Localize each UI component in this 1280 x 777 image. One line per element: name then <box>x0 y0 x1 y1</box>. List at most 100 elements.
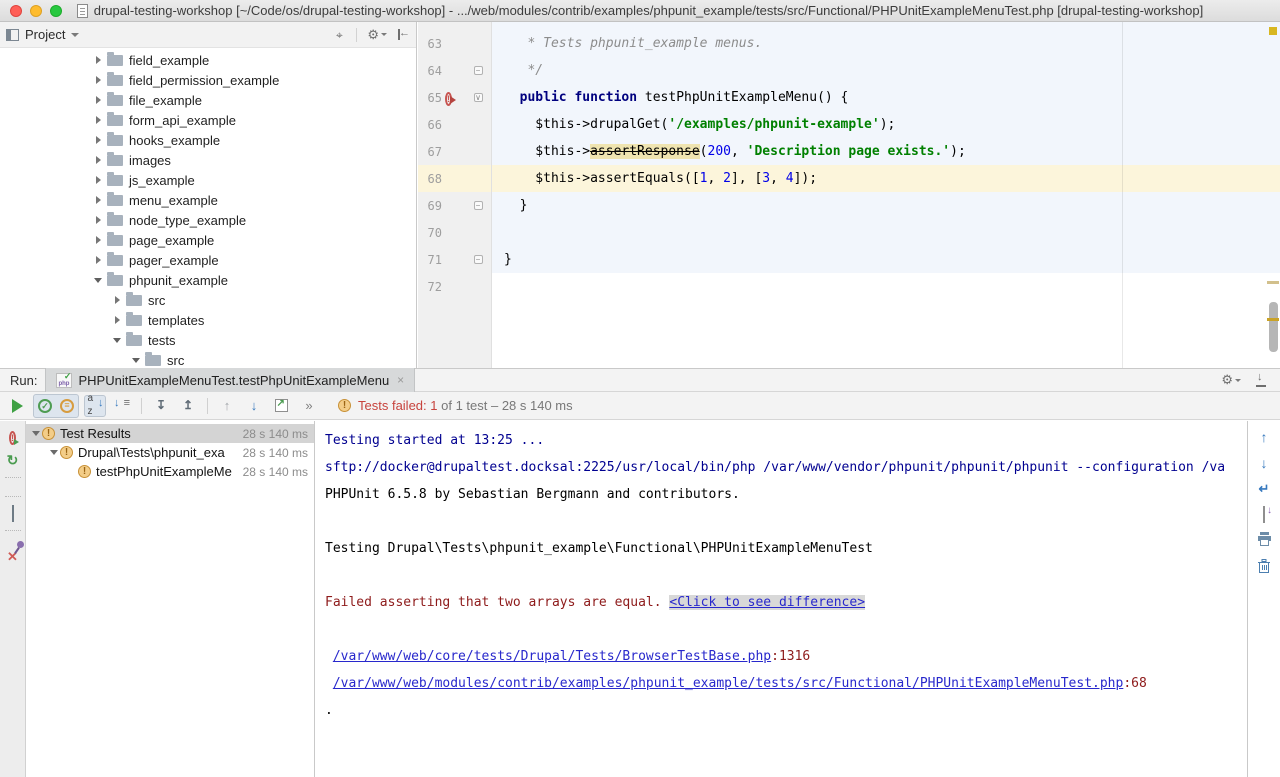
chevron-right-icon[interactable] <box>92 56 104 64</box>
tree-item-field_example[interactable]: field_example <box>0 50 416 70</box>
tree-item-field_permission_example[interactable]: field_permission_example <box>0 70 416 90</box>
code-line[interactable]: } <box>492 246 1280 273</box>
chevron-right-icon[interactable] <box>92 256 104 264</box>
chevron-down-icon[interactable] <box>71 33 79 37</box>
chevron-right-icon[interactable] <box>92 116 104 124</box>
tree-item-node_type_example[interactable]: node_type_example <box>0 210 416 230</box>
tree-item-images[interactable]: images <box>0 150 416 170</box>
stripe-warning-mark[interactable] <box>1267 318 1279 321</box>
hide-panel-icon[interactable] <box>397 28 410 41</box>
error-stripe[interactable] <box>1266 22 1280 368</box>
chevron-right-icon[interactable] <box>92 196 104 204</box>
tree-item-tests[interactable]: tests <box>0 330 416 350</box>
tree-item-pager_example[interactable]: pager_example <box>0 250 416 270</box>
chevron-right-icon[interactable] <box>92 136 104 144</box>
fold-marker-icon[interactable]: − <box>474 66 483 75</box>
console-link[interactable]: /var/www/web/modules/contrib/examples/ph… <box>333 676 1124 691</box>
rerun-button[interactable] <box>7 453 19 468</box>
fold-marker-icon[interactable]: − <box>474 201 483 210</box>
sort-by-duration-button[interactable] <box>111 395 133 417</box>
tree-item-phpunit_example[interactable]: phpunit_example <box>0 270 416 290</box>
show-ignored-toggle[interactable]: ≡ <box>56 395 78 417</box>
editor-line-64: 64− */ <box>418 57 1280 84</box>
stripe-warning-mark[interactable] <box>1267 281 1279 284</box>
run-tab-bar: Run: PHPUnitExampleMenuTest.testPhpUnitE… <box>0 368 1280 392</box>
code-line[interactable]: } <box>492 192 1280 219</box>
editor-scrollbar-thumb[interactable] <box>1269 302 1278 352</box>
run-settings-button[interactable] <box>1221 373 1241 387</box>
close-tab-icon[interactable]: × <box>397 373 404 387</box>
test-tree-row[interactable]: Test Results28 s 140 ms <box>26 424 314 443</box>
code-line[interactable]: $this->drupalGet('/examples/phpunit-exam… <box>492 111 1280 138</box>
code-line[interactable]: public function testPhpUnitExampleMenu()… <box>492 84 1280 111</box>
zoom-window-button[interactable] <box>50 5 62 17</box>
rerun-failed-tests-button[interactable]: ! <box>9 429 16 444</box>
chevron-down-icon[interactable] <box>30 431 42 436</box>
previous-failed-test-button[interactable]: ↑ <box>216 395 238 417</box>
clear-all-button[interactable] <box>1257 559 1271 577</box>
console-line: Testing Drupal\Tests\phpunit_example\Fun… <box>325 535 1247 562</box>
chevron-right-icon[interactable] <box>111 316 123 324</box>
project-settings-button[interactable] <box>367 28 387 42</box>
code-line[interactable] <box>492 273 1280 300</box>
code-editor[interactable]: 63 * Tests phpunit_example menus.64− */6… <box>418 22 1280 368</box>
console-link[interactable]: /var/www/web/core/tests/Drupal/Tests/Bro… <box>333 649 771 664</box>
down-the-stack-trace-button[interactable]: ↓ <box>1261 455 1268 471</box>
folder-icon <box>107 75 123 86</box>
project-panel-title[interactable]: Project <box>25 27 65 42</box>
chevron-right-icon[interactable] <box>92 76 104 84</box>
soft-wrap-button[interactable]: ↵ <box>1259 481 1270 497</box>
test-name-label: testPhpUnitExampleMe <box>96 464 239 479</box>
chevron-down-icon[interactable] <box>130 358 142 363</box>
chevron-down-icon[interactable] <box>111 338 123 343</box>
up-the-stack-trace-button[interactable]: ↑ <box>1261 429 1268 445</box>
tree-item-hooks_example[interactable]: hooks_example <box>0 130 416 150</box>
tree-item-file_example[interactable]: file_example <box>0 90 416 110</box>
chevron-right-icon[interactable] <box>92 236 104 244</box>
chevron-right-icon[interactable] <box>111 296 123 304</box>
print-button[interactable] <box>1257 532 1272 549</box>
project-tool-window-icon <box>6 29 19 41</box>
more-actions-button[interactable]: » <box>297 395 319 417</box>
restore-layout-button[interactable] <box>12 506 14 521</box>
chevron-right-icon[interactable] <box>92 96 104 104</box>
tree-item-src[interactable]: src <box>0 290 416 310</box>
open-results-button[interactable] <box>1263 507 1265 522</box>
chevron-down-icon[interactable] <box>48 450 60 455</box>
run-tab[interactable]: PHPUnitExampleMenuTest.testPhpUnitExampl… <box>45 368 415 392</box>
test-tree-row[interactable]: Drupal\Tests\phpunit_exa28 s 140 ms <box>26 443 314 462</box>
minimize-window-button[interactable] <box>30 5 42 17</box>
next-failed-test-button[interactable]: ↓ <box>243 395 265 417</box>
hide-tool-window-icon[interactable] <box>1255 374 1268 387</box>
select-opened-file-icon[interactable] <box>332 28 346 42</box>
show-passed-toggle[interactable]: ✓ <box>34 395 56 417</box>
chevron-down-icon[interactable] <box>92 278 104 283</box>
chevron-right-icon[interactable] <box>92 156 104 164</box>
tree-item-src[interactable]: src <box>0 350 416 368</box>
collapse-all-button[interactable] <box>177 395 199 417</box>
fold-marker-icon[interactable]: ∨ <box>474 93 483 102</box>
tree-item-page_example[interactable]: page_example <box>0 230 416 250</box>
code-line[interactable]: * Tests phpunit_example menus. <box>492 30 1280 57</box>
tree-item-form_api_example[interactable]: form_api_example <box>0 110 416 130</box>
code-line[interactable]: */ <box>492 57 1280 84</box>
rerun-tests-button[interactable] <box>6 395 28 417</box>
console-link[interactable]: <Click to see difference> <box>669 595 865 610</box>
test-tree-row[interactable]: testPhpUnitExampleMe28 s 140 ms <box>26 462 314 481</box>
code-line[interactable]: $this->assertEquals([1, 2], [3, 4]); <box>492 165 1280 192</box>
fold-marker-icon[interactable]: − <box>474 255 483 264</box>
chevron-right-icon[interactable] <box>92 216 104 224</box>
code-line[interactable]: $this->assertResponse(200, 'Description … <box>492 138 1280 165</box>
tree-item-templates[interactable]: templates <box>0 310 416 330</box>
test-failed-gutter-icon[interactable]: ! <box>445 92 452 106</box>
import-test-results-button[interactable] <box>270 395 292 417</box>
console-text: . <box>325 703 333 718</box>
sort-alphabetically-toggle[interactable]: ↓ <box>84 395 106 417</box>
tree-item-menu_example[interactable]: menu_example <box>0 190 416 210</box>
close-window-button[interactable] <box>10 5 22 17</box>
expand-all-button[interactable] <box>150 395 172 417</box>
code-line[interactable] <box>492 219 1280 246</box>
chevron-right-icon[interactable] <box>92 176 104 184</box>
inspections-status-icon[interactable] <box>1269 27 1277 35</box>
tree-item-js_example[interactable]: js_example <box>0 170 416 190</box>
